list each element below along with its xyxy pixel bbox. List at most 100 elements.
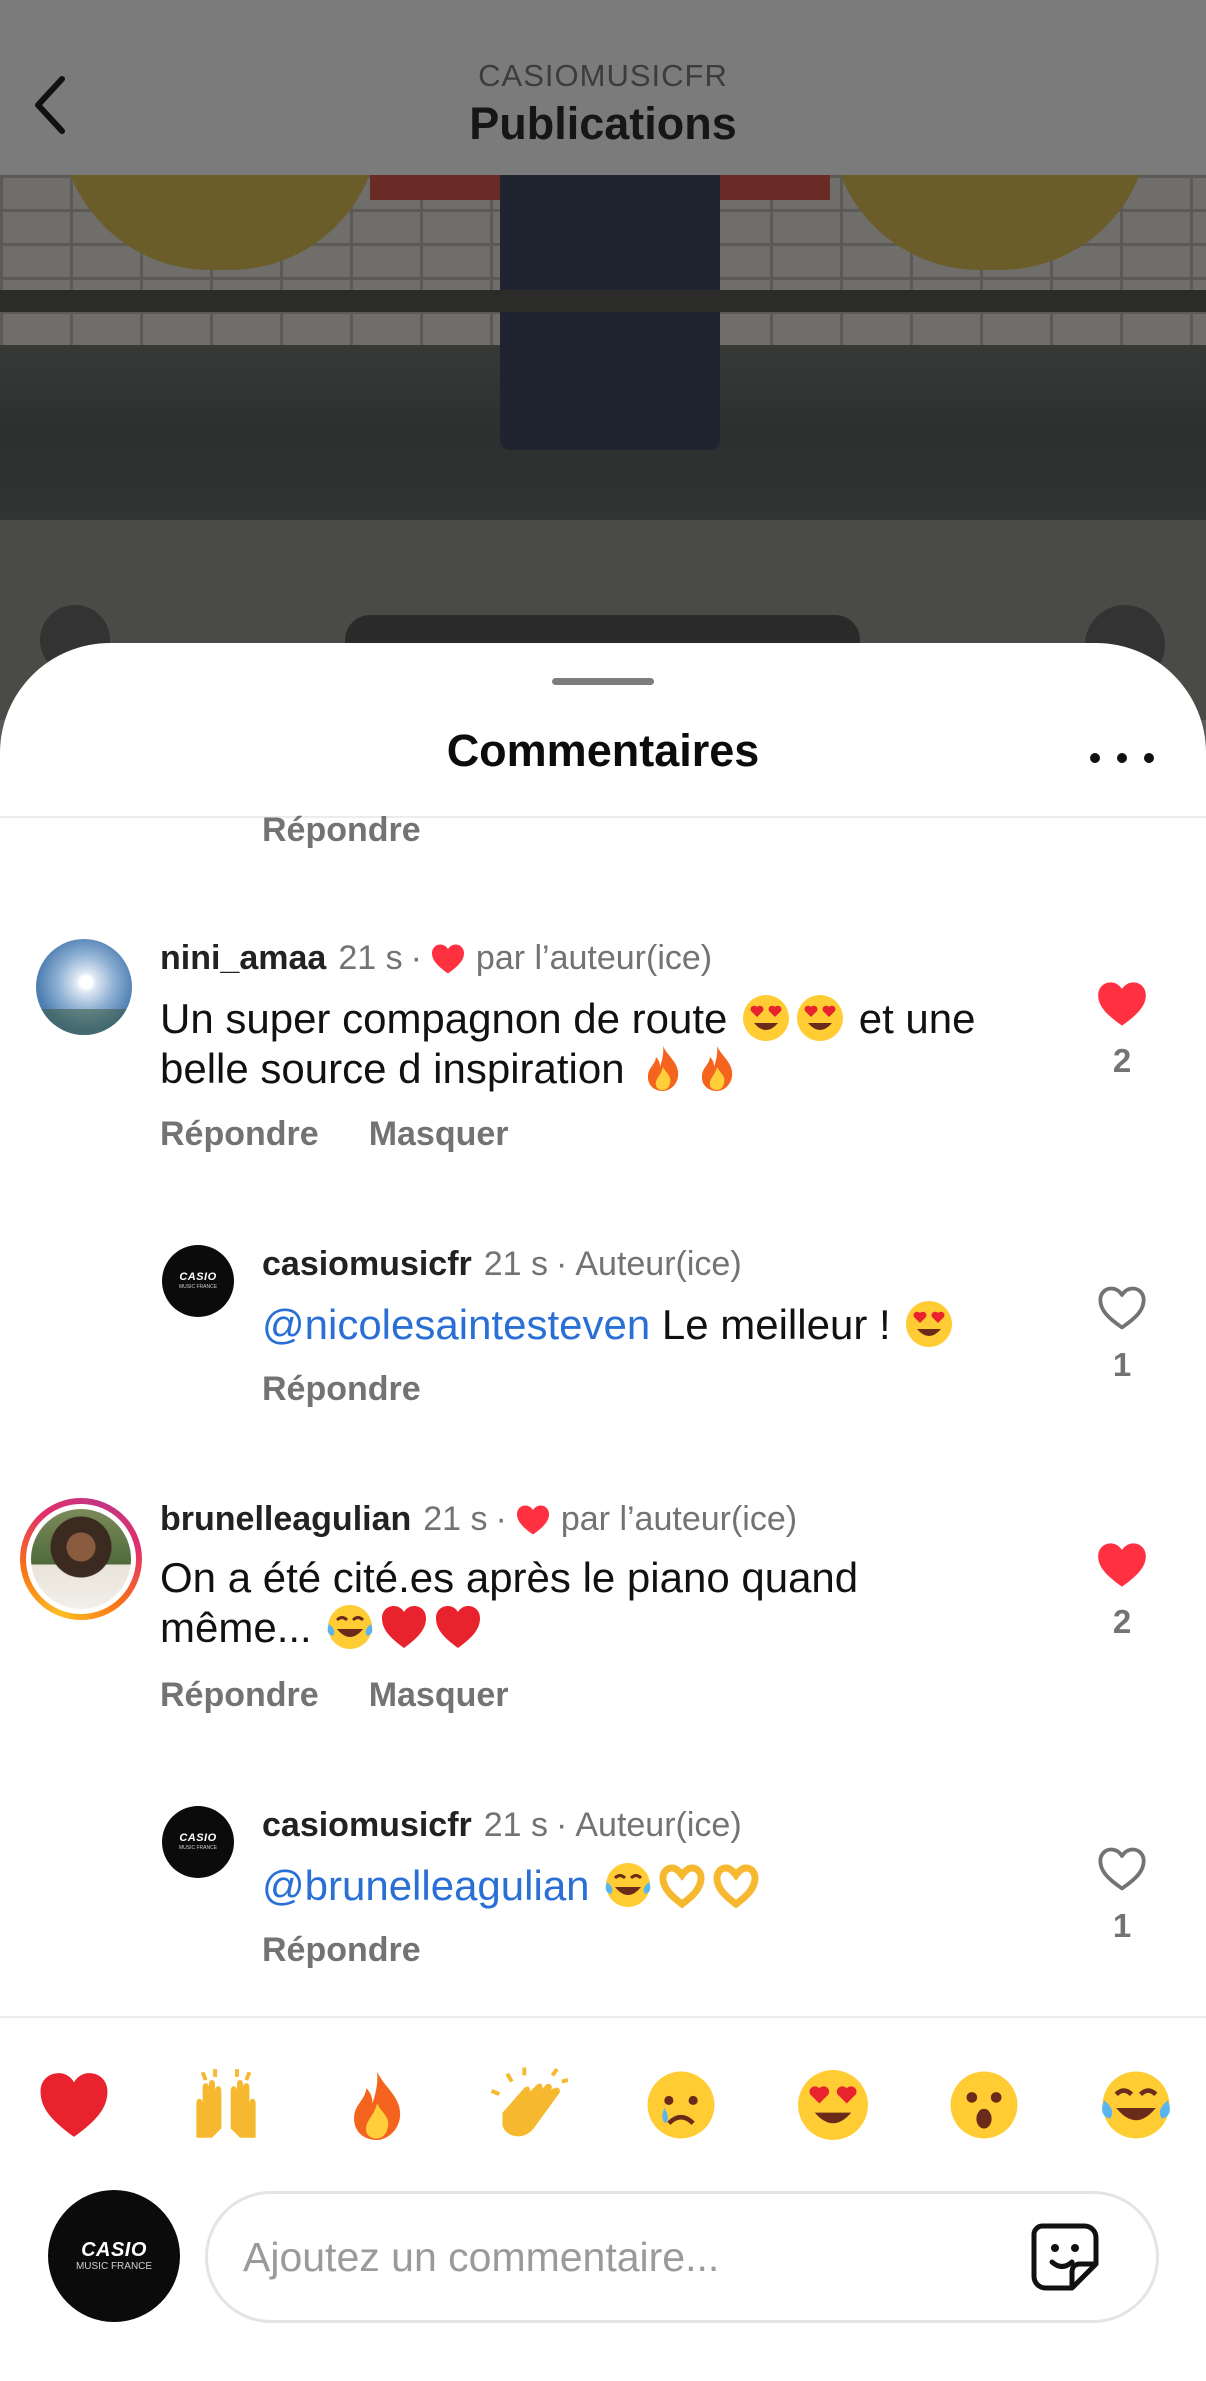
like-button[interactable]: 2 <box>1092 1541 1152 1641</box>
profile-photo <box>31 1509 131 1609</box>
heart-eyes-emoji-button[interactable] <box>789 2061 877 2149</box>
avatar[interactable]: CASIO MUSIC FRANCE <box>162 1245 234 1317</box>
comment-meta: nini_amaa 21 s · par l’auteur(ice) <box>160 939 712 978</box>
heart-filled-icon <box>1098 1543 1146 1587</box>
page-title: Publications <box>469 98 737 149</box>
bench-bar <box>0 290 1206 312</box>
comment-username[interactable]: casiomusicfr <box>262 1245 472 1284</box>
heart-eyes-emoji <box>906 1301 953 1347</box>
tears-of-joy-emoji-button[interactable] <box>1092 2061 1180 2149</box>
sheet-title: Commentaires <box>446 725 760 776</box>
comment-input-container <box>205 2191 1159 2323</box>
logo-text: CASIO <box>179 1271 217 1283</box>
raising-hands-emoji-button[interactable] <box>182 2061 270 2149</box>
heart-icon <box>516 1504 549 1535</box>
heart-emoji-button[interactable] <box>30 2061 118 2149</box>
clapping-hands-emoji-button[interactable] <box>485 2061 573 2149</box>
comment-time: 21 s <box>483 1806 549 1844</box>
heart-eyes-emoji <box>797 2070 868 2140</box>
fire-emoji-button[interactable] <box>333 2061 421 2149</box>
account-name: CASIOMUSICFR <box>478 58 728 93</box>
comment-time: 21 s <box>483 1245 549 1283</box>
dot <box>1144 753 1154 763</box>
comment-meta: casiomusicfr 21 s · Auteur(ice) <box>262 1245 742 1284</box>
comment-actions: Répondre Masquer <box>160 1115 509 1154</box>
logo-subtext: MUSIC FRANCE <box>178 1284 218 1290</box>
logo-subtext: MUSIC FRANCE <box>75 2261 153 2272</box>
reply-button[interactable]: Répondre <box>262 811 421 850</box>
separator: · <box>410 939 422 977</box>
heart-emoji <box>40 2073 108 2137</box>
like-button[interactable]: 1 <box>1092 1284 1152 1384</box>
surprised-face-emoji-button[interactable] <box>940 2061 1028 2149</box>
divider <box>0 2016 1206 2018</box>
comments-sheet: Commentaires Répondre nini_amaa 21 s · p… <box>0 643 1206 2381</box>
more-options-button[interactable] <box>1090 743 1154 773</box>
reply-button[interactable]: Répondre <box>262 1370 421 1409</box>
heart-hands-emoji <box>713 1864 759 1909</box>
tears-of-joy-emoji <box>1101 2071 1170 2139</box>
comment-actions: Répondre <box>262 1370 421 1409</box>
comment-text: On a été cité.es après le piano quand mê… <box>160 1554 1060 1652</box>
hide-button[interactable]: Masquer <box>369 1115 509 1154</box>
quick-reactions-bar <box>30 2061 1180 2151</box>
sheet-grab-handle[interactable] <box>552 678 654 685</box>
top-navigation-bar: CASIOMUSICFR Publications <box>0 0 1206 175</box>
heart-emoji <box>436 1606 481 1648</box>
avatar[interactable] <box>36 939 132 1035</box>
comment-meta: casiomusicfr 21 s · Auteur(ice) <box>262 1806 742 1845</box>
separator: · <box>556 1806 568 1844</box>
fire-emoji <box>702 1046 733 1091</box>
comment-text-part: même... <box>160 1604 312 1651</box>
comment-username[interactable]: casiomusicfr <box>262 1806 472 1845</box>
comment-text-part: Le meilleur ! <box>661 1301 891 1348</box>
reply-button[interactable]: Répondre <box>160 1115 319 1154</box>
comment-meta: brunelleagulian 21 s · par l’auteur(ice) <box>160 1500 797 1539</box>
liked-by-author-label: par l’auteur(ice) <box>560 1500 798 1538</box>
current-user-avatar: CASIO MUSIC FRANCE <box>48 2190 180 2322</box>
heart-emoji <box>382 1606 427 1648</box>
like-count: 2 <box>1112 1042 1132 1079</box>
mention-link[interactable]: @nicolesaintesteven <box>262 1301 650 1348</box>
crying-face-emoji-button[interactable] <box>637 2061 725 2149</box>
comment-time: 21 s <box>423 1500 488 1538</box>
sky-photo <box>36 1009 132 1035</box>
comment-text: @brunelleagulian <box>262 1860 1062 1910</box>
crying-face-emoji <box>647 2071 715 2139</box>
avatar-story-ring[interactable] <box>20 1498 142 1620</box>
reply-button[interactable]: Répondre <box>160 1676 319 1715</box>
like-button[interactable]: 1 <box>1092 1845 1152 1945</box>
mention-link[interactable]: @brunelleagulian <box>262 1862 590 1909</box>
comment-text-part: On a été cité.es après le piano quand <box>160 1554 859 1601</box>
sticker-icon <box>1031 2223 1099 2291</box>
surprised-face-emoji <box>950 2071 1018 2139</box>
liked-by-author-label: par l’auteur(ice) <box>475 939 713 977</box>
dot <box>1117 753 1127 763</box>
dot <box>1090 753 1100 763</box>
heart-hands-emoji <box>659 1864 705 1909</box>
comment-text: Un super compagnon de route et une belle… <box>160 993 1060 1093</box>
sticker-button[interactable] <box>1028 2220 1102 2294</box>
like-button[interactable]: 2 <box>1092 980 1152 1080</box>
heart-outline-icon <box>1098 1847 1146 1891</box>
clapping-hands-emoji <box>490 2067 569 2137</box>
comment-username[interactable]: brunelleagulian <box>160 1500 411 1539</box>
heart-outline-icon <box>1098 1286 1146 1330</box>
heart-eyes-emoji <box>743 995 790 1041</box>
author-label: Auteur(ice) <box>575 1806 742 1844</box>
like-count: 1 <box>1112 1346 1132 1383</box>
fire-emoji <box>354 2071 401 2140</box>
hide-button[interactable]: Masquer <box>369 1676 509 1715</box>
logo-text: CASIO <box>81 2239 147 2261</box>
comment-actions: Répondre <box>262 1931 421 1970</box>
comment-input[interactable] <box>243 2194 1003 2320</box>
comment-username[interactable]: nini_amaa <box>160 939 326 978</box>
comment-text-part: et une <box>858 995 976 1042</box>
comment-text-part: Un super compagnon de route <box>160 995 728 1042</box>
comment-text: @nicolesaintesteven Le meilleur ! <box>262 1299 1062 1349</box>
reply-button[interactable]: Répondre <box>262 1931 421 1970</box>
avatar[interactable]: CASIO MUSIC FRANCE <box>162 1806 234 1878</box>
logo-text: CASIO <box>179 1832 217 1844</box>
author-label: Auteur(ice) <box>575 1245 742 1283</box>
logo-subtext: MUSIC FRANCE <box>178 1845 218 1851</box>
